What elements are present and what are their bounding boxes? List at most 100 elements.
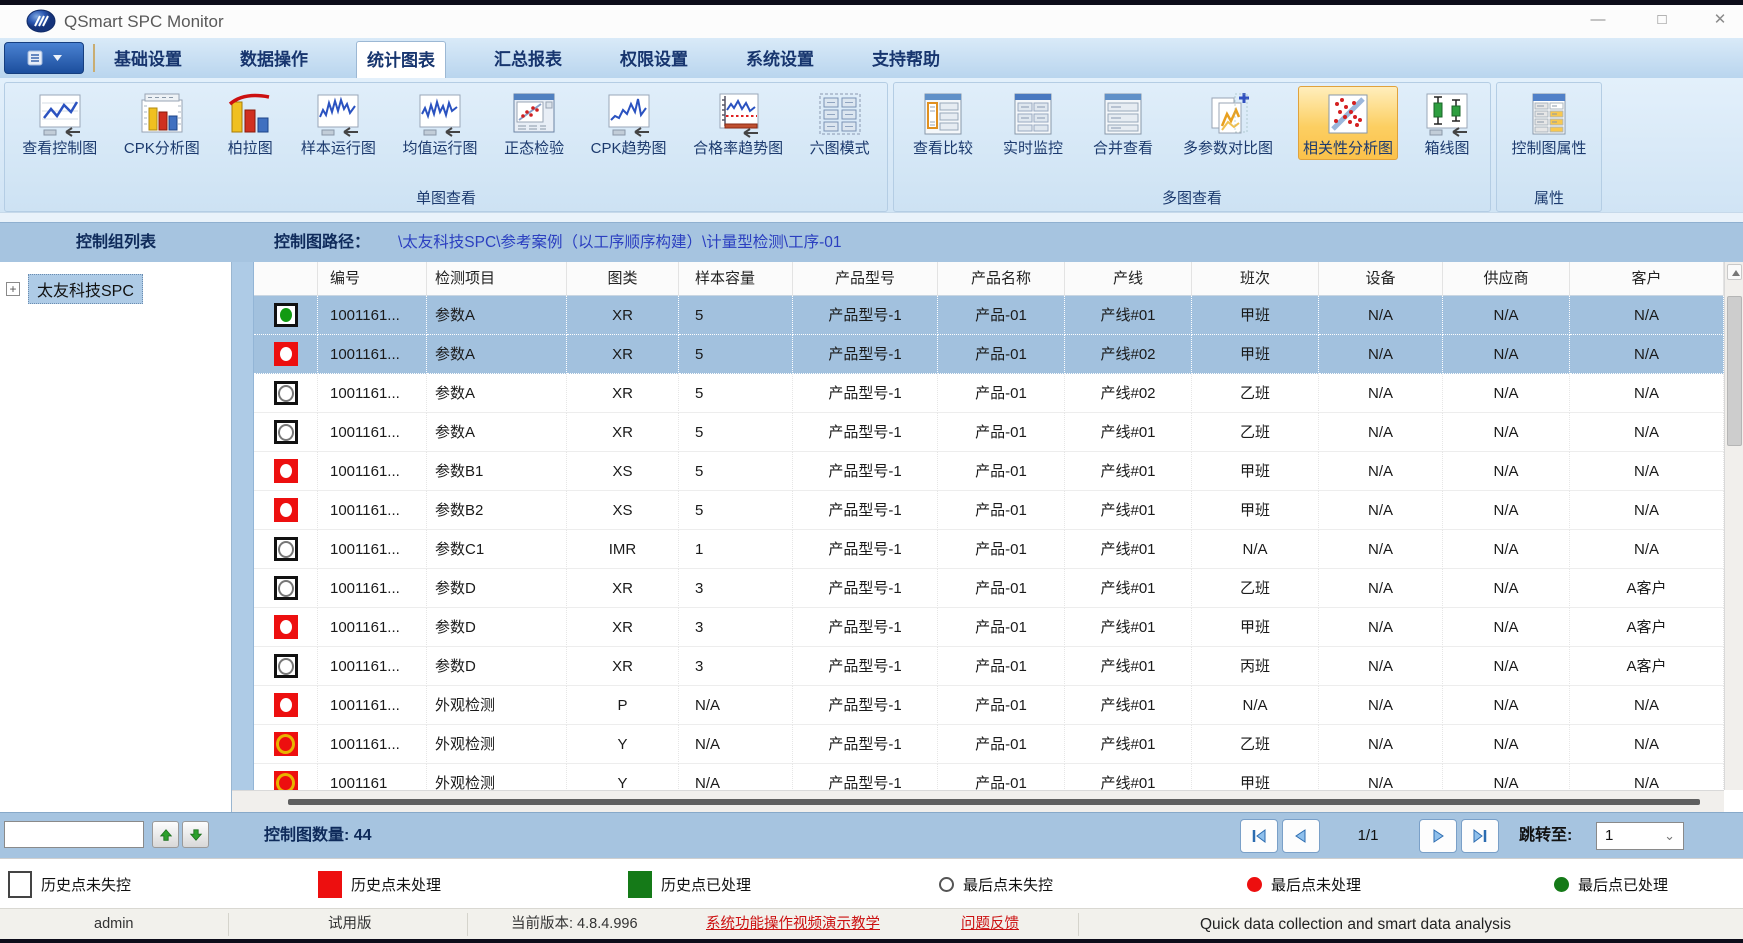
ribbon-group-label: 单图查看 [415, 190, 476, 207]
table-cell: N/A [1443, 374, 1570, 413]
row-gutter [232, 530, 254, 569]
table-row[interactable]: 1001161... 参数D XR 3 产品型号-1 产品-01 产线#01 甲班 N/A N/A… [232, 608, 1724, 647]
ribbon-button-boxplot[interactable]: 箱线图 [1418, 86, 1476, 160]
ribbon-group-single-chart: 查看控制图 CPK分析图 柏拉图 样本运行图 均值运行图 正态检验 CPK趋势图… [4, 82, 888, 212]
app-logo-icon [26, 9, 56, 38]
table-cell: N/A [679, 725, 793, 764]
table-cell: A客户 [1570, 608, 1724, 647]
minimize-button[interactable]: — [1576, 5, 1620, 35]
table-cell: 产线#01 [1065, 530, 1192, 569]
table-cell: 1001161... [318, 374, 427, 413]
column-header[interactable]: 产品型号 [793, 262, 938, 296]
table-cell: N/A [1570, 686, 1724, 725]
next-page-button[interactable] [1419, 819, 1457, 853]
tab-support-help[interactable]: 支持帮助 [862, 41, 950, 78]
table-cell: 产品型号-1 [793, 374, 938, 413]
ribbon-button-six-chart-mode[interactable]: 六图模式 [805, 86, 875, 160]
tab-system-settings[interactable]: 系统设置 [736, 41, 824, 78]
tree-search-up-button[interactable] [152, 821, 179, 848]
ribbon-button-normality-test[interactable]: 正态检验 [499, 86, 569, 160]
close-button[interactable]: ✕ [1698, 5, 1742, 35]
table-cell: XR [567, 608, 679, 647]
table-row[interactable]: 1001161... 外观检测 Y N/A 产品型号-1 产品-01 产线#01 乙班 N/A N… [232, 725, 1724, 764]
column-header[interactable]: 检测项目 [427, 262, 567, 296]
table-row[interactable]: 1001161... 参数C1 IMR 1 产品型号-1 产品-01 产线#01 N/A N/A… [232, 530, 1724, 569]
table-row[interactable]: 1001161... 外观检测 P N/A 产品型号-1 产品-01 产线#01 N/A N/A… [232, 686, 1724, 725]
jump-page-select[interactable]: 1 ⌄ [1596, 822, 1684, 850]
ribbon-button-realtime-monitor[interactable]: 实时监控 [998, 86, 1068, 160]
tree-expand-icon[interactable]: + [6, 282, 20, 296]
column-header[interactable]: 产品名称 [938, 262, 1065, 296]
ribbon-button-view-compare[interactable]: 查看比较 [908, 86, 978, 160]
column-header[interactable]: 产线 [1065, 262, 1192, 296]
feedback-link[interactable]: 问题反馈 [961, 909, 1019, 940]
ribbon-button-yield-trend[interactable]: 合格率趋势图 [688, 86, 788, 160]
table-cell: 甲班 [1192, 491, 1319, 530]
maximize-button[interactable]: □ [1640, 5, 1684, 35]
table-cell: 甲班 [1192, 452, 1319, 491]
tab-basic-settings[interactable]: 基础设置 [104, 41, 192, 78]
tab-data-operations[interactable]: 数据操作 [230, 41, 318, 78]
tree-node-root[interactable]: + 太友科技SPC [6, 274, 143, 304]
scroll-up-arrow-icon[interactable] [1727, 264, 1742, 280]
column-header[interactable]: 设备 [1319, 262, 1443, 296]
table-row[interactable]: 1001161 外观检测 Y N/A 产品型号-1 产品-01 产线#01 甲班 N/A N/A N… [232, 764, 1724, 790]
ribbon-button-merge-view[interactable]: 合并查看 [1088, 86, 1158, 160]
ribbon-button-multi-param-compare[interactable]: 多参数对比图 [1178, 86, 1278, 160]
horizontal-scrollbar[interactable] [232, 790, 1724, 812]
ribbon-button-cpk-trend[interactable]: CPK趋势图 [586, 86, 672, 160]
column-header[interactable]: 图类 [567, 262, 679, 296]
horizontal-scrollbar-thumb[interactable] [288, 799, 1700, 805]
ribbon-button-pareto[interactable]: 柏拉图 [221, 86, 279, 160]
table-cell: 产线#01 [1065, 569, 1192, 608]
status-user: admin [94, 916, 134, 932]
table-cell: N/A [1192, 530, 1319, 569]
table-row[interactable]: 1001161... 参数A XR 5 产品型号-1 产品-01 产线#01 乙班 N/A N/A… [232, 413, 1724, 452]
tab-statistical-charts[interactable]: 统计图表 [356, 41, 446, 78]
window-title: QSmart SPC Monitor [64, 12, 224, 31]
column-header[interactable]: 样本容量 [679, 262, 793, 296]
column-header[interactable]: 客户 [1570, 262, 1724, 296]
previous-page-button[interactable] [1282, 819, 1320, 853]
vertical-scrollbar[interactable] [1724, 262, 1743, 790]
table-cell: 产线#01 [1065, 452, 1192, 491]
video-tutorial-link[interactable]: 系统功能操作视频演示教学 [706, 909, 880, 940]
pareto-icon [226, 90, 274, 138]
list-icon [27, 50, 42, 66]
table-row[interactable]: 1001161... 参数A XR 5 产品型号-1 产品-01 产线#02 甲班 N/A N/A… [232, 335, 1724, 374]
tree-node-label[interactable]: 太友科技SPC [28, 274, 143, 304]
table-row[interactable]: 1001161... 参数D XR 3 产品型号-1 产品-01 产线#01 乙班 N/A N/A… [232, 569, 1724, 608]
table-row[interactable]: 1001161... 参数B1 XS 5 产品型号-1 产品-01 产线#01 甲班 N/A N/… [232, 452, 1724, 491]
tab-summary-reports[interactable]: 汇总报表 [484, 41, 572, 78]
table-row[interactable]: 1001161... 参数B2 XS 5 产品型号-1 产品-01 产线#01 甲班 N/A N/… [232, 491, 1724, 530]
control-chart-icon [36, 90, 84, 138]
ribbon-button-cpk-analysis[interactable]: CPK分析图 [119, 86, 205, 160]
ribbon-button-control-chart-properties[interactable]: 控制图属性 [1506, 86, 1591, 160]
ribbon-button-view-control-chart[interactable]: 查看控制图 [17, 86, 102, 160]
ribbon-button-sample-run[interactable]: 样本运行图 [296, 86, 381, 160]
app-menu-button[interactable] [4, 42, 84, 74]
row-gutter [232, 686, 254, 725]
tree-search-input[interactable] [4, 821, 144, 848]
first-page-button[interactable] [1240, 819, 1278, 853]
table-row[interactable]: 1001161... 参数A XR 5 产品型号-1 产品-01 产线#02 乙班 N/A N/A… [232, 374, 1724, 413]
last-page-button[interactable] [1461, 819, 1499, 853]
ribbon-button-mean-run[interactable]: 均值运行图 [397, 86, 482, 160]
column-header[interactable]: 编号 [318, 262, 427, 296]
tree-search-down-button[interactable] [182, 821, 209, 848]
ribbon-button-correlation-analysis[interactable]: 相关性分析图 [1297, 86, 1398, 161]
status-slogan: Quick data collection and smart data ana… [1200, 916, 1512, 933]
cpk-trend-icon [605, 90, 653, 138]
table-cell: Y [567, 725, 679, 764]
table-cell: XR [567, 569, 679, 608]
table-cell: 参数B2 [427, 491, 567, 530]
tab-permission-settings[interactable]: 权限设置 [610, 41, 698, 78]
table-cell: 产线#02 [1065, 335, 1192, 374]
column-header[interactable]: 供应商 [1443, 262, 1570, 296]
column-header[interactable]: 班次 [1192, 262, 1319, 296]
vertical-scrollbar-thumb[interactable] [1727, 296, 1742, 446]
column-header-status[interactable] [254, 262, 318, 296]
table-row[interactable]: 1001161... 参数D XR 3 产品型号-1 产品-01 产线#01 丙班 N/A N/A… [232, 647, 1724, 686]
status-cell [254, 335, 318, 374]
table-row[interactable]: 1001161... 参数A XR 5 产品型号-1 产品-01 产线#01 甲班 N/A N/A… [232, 296, 1724, 335]
